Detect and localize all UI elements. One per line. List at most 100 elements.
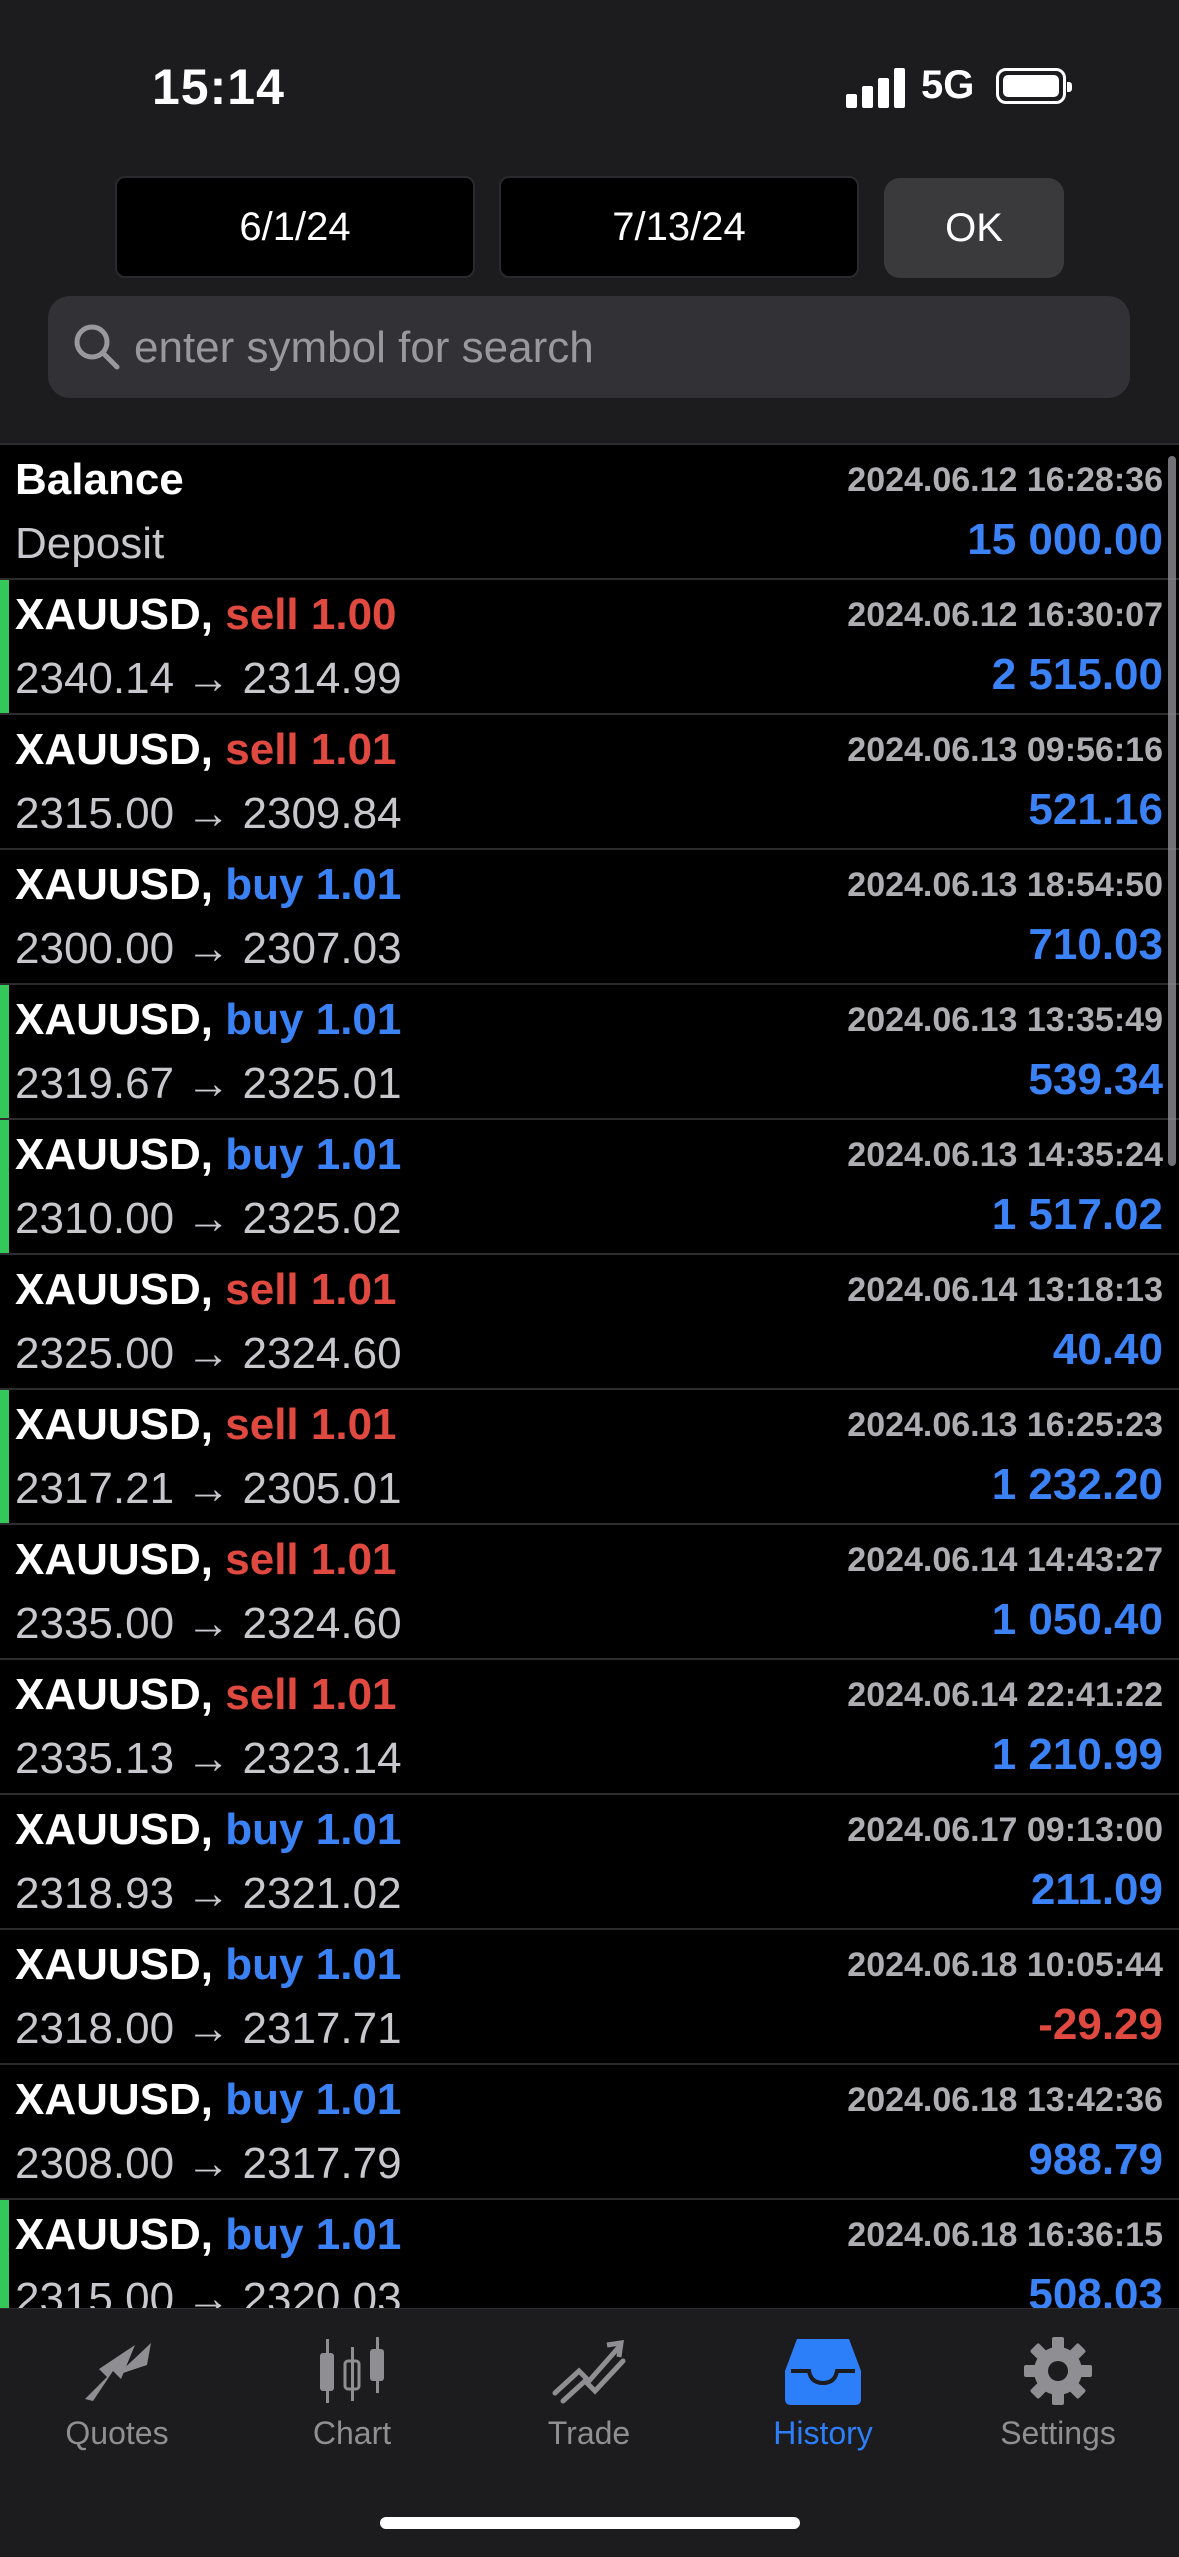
row-timestamp: 2024.06.13 09:56:16 <box>847 731 1163 769</box>
trade-symbol: XAUUSD, <box>15 1805 214 1854</box>
row-timestamp: 2024.06.18 13:42:36 <box>847 2081 1163 2119</box>
open-price: 2315.00 <box>15 789 175 838</box>
row-title: Balance <box>15 455 184 504</box>
search-input[interactable] <box>132 296 1096 400</box>
trade-icon <box>552 2340 626 2404</box>
search-bar[interactable] <box>48 296 1130 400</box>
row-amount: 521.16 <box>1028 785 1163 834</box>
trade-row[interactable]: XAUUSD, buy 1.01 2310.00 → 2325.02 2024.06… <box>0 1120 1179 1255</box>
trade-row[interactable]: XAUUSD, buy 1.01 2318.93 → 2321.02 2024.06… <box>0 1795 1179 1930</box>
close-price: 2321.02 <box>242 1869 402 1918</box>
trade-volume: 1.01 <box>315 1940 402 1989</box>
trade-row[interactable]: XAUUSD, sell 1.01 2335.13 → 2323.14 2024.0… <box>0 1660 1179 1795</box>
trade-volume: 1.01 <box>310 725 397 774</box>
history-list[interactable]: Balance Deposit 2024.06.12 16:28:36 15 000.… <box>0 443 1179 2310</box>
row-timestamp: 2024.06.12 16:30:07 <box>847 596 1163 634</box>
trade-row[interactable]: XAUUSD, buy 1.01 2319.67 → 2325.01 2024.06… <box>0 985 1179 1120</box>
home-indicator[interactable] <box>380 2517 800 2529</box>
position-marker <box>0 1120 9 1253</box>
open-price: 2335.00 <box>15 1599 175 1648</box>
open-price: 2325.00 <box>15 1329 175 1378</box>
row-timestamp: 2024.06.13 13:35:49 <box>847 1001 1163 1039</box>
tab-trade[interactable]: Trade <box>489 2321 689 2471</box>
trade-header: XAUUSD, buy 1.01 <box>15 860 401 910</box>
row-amount: 40.40 <box>1052 1325 1163 1374</box>
tab-chart[interactable]: Chart <box>252 2321 452 2471</box>
row-amount: 508.03 <box>1028 2270 1163 2310</box>
trade-side: sell <box>225 725 299 774</box>
trade-header: XAUUSD, buy 1.01 <box>15 1805 401 1855</box>
trade-row[interactable]: XAUUSD, buy 1.01 2315.00 → 2320.03 2024.06… <box>0 2200 1179 2310</box>
trade-row[interactable]: XAUUSD, buy 1.01 2318.00 → 2317.71 2024.06… <box>0 1930 1179 2065</box>
trade-side: sell <box>225 1400 299 1449</box>
position-marker <box>0 985 9 1118</box>
balance-row[interactable]: Balance Deposit 2024.06.12 16:28:36 15 000.… <box>0 445 1179 580</box>
close-price: 2324.60 <box>242 1599 402 1648</box>
arrow-icon: → <box>174 1869 243 1918</box>
trade-header: XAUUSD, sell 1.01 <box>15 725 397 775</box>
trade-prices: 2335.00 → 2324.60 <box>15 1599 402 1649</box>
trade-side: sell <box>225 1265 299 1314</box>
row-amount: 539.34 <box>1028 1055 1163 1104</box>
trade-side: buy <box>225 2075 304 2124</box>
trade-row[interactable]: XAUUSD, buy 1.01 2300.00 → 2307.03 2024.06… <box>0 850 1179 985</box>
trade-prices: 2300.00 → 2307.03 <box>15 924 402 974</box>
row-timestamp: 2024.06.17 09:13:00 <box>847 1811 1163 1849</box>
trade-row[interactable]: XAUUSD, sell 1.01 2317.21 → 2305.01 2024.0… <box>0 1390 1179 1525</box>
row-timestamp: 2024.06.13 18:54:50 <box>847 866 1163 904</box>
trade-header: XAUUSD, sell 1.01 <box>15 1535 397 1585</box>
date-from-field[interactable]: 6/1/24 <box>115 176 475 278</box>
row-timestamp: 2024.06.12 16:28:36 <box>847 461 1163 499</box>
trade-symbol: XAUUSD, <box>15 1130 214 1179</box>
trade-header: XAUUSD, sell 1.01 <box>15 1400 397 1450</box>
tab-settings[interactable]: Settings <box>958 2321 1158 2471</box>
ok-button[interactable]: OK <box>884 178 1064 278</box>
date-to-field[interactable]: 7/13/24 <box>499 176 859 278</box>
tab-history[interactable]: History <box>723 2321 923 2471</box>
row-timestamp: 2024.06.18 10:05:44 <box>847 1946 1163 1984</box>
close-price: 2309.84 <box>242 789 402 838</box>
open-price: 2308.00 <box>15 2139 175 2188</box>
trade-row[interactable]: XAUUSD, buy 1.01 2308.00 → 2317.79 2024.06… <box>0 2065 1179 2200</box>
trade-prices: 2318.93 → 2321.02 <box>15 1869 402 1919</box>
row-timestamp: 2024.06.18 16:36:15 <box>847 2216 1163 2254</box>
row-timestamp: 2024.06.13 16:25:23 <box>847 1406 1163 1444</box>
tab-quotes[interactable]: Quotes <box>17 2321 217 2471</box>
trade-volume: 1.01 <box>315 860 402 909</box>
trade-side: sell <box>225 590 299 639</box>
row-subtitle: Deposit <box>15 519 165 568</box>
open-price: 2315.00 <box>15 2274 175 2310</box>
position-marker <box>0 2200 9 2310</box>
tab-label: History <box>773 2415 873 2451</box>
open-price: 2310.00 <box>15 1194 175 1243</box>
arrow-icon: → <box>174 2004 243 2053</box>
scrollbar[interactable] <box>1168 456 1176 1166</box>
row-amount: 2 515.00 <box>991 650 1163 699</box>
trade-header: XAUUSD, sell 1.01 <box>15 1670 397 1720</box>
arrow-icon: → <box>174 2274 243 2310</box>
status-time: 15:14 <box>152 59 285 115</box>
trade-side: buy <box>225 995 304 1044</box>
trade-side: buy <box>225 860 304 909</box>
trade-row[interactable]: XAUUSD, sell 1.01 2325.00 → 2324.60 2024.0… <box>0 1255 1179 1390</box>
trade-header: XAUUSD, sell 1.00 <box>15 590 397 640</box>
trade-volume: 1.01 <box>315 2075 402 2124</box>
trade-symbol: XAUUSD, <box>15 590 214 639</box>
trade-row[interactable]: XAUUSD, sell 1.00 2340.14 → 2314.99 2024.0… <box>0 580 1179 715</box>
close-price: 2323.14 <box>242 1734 402 1783</box>
close-price: 2307.03 <box>242 924 402 973</box>
trade-prices: 2310.00 → 2325.02 <box>15 1194 402 1244</box>
trade-header: XAUUSD, buy 1.01 <box>15 2210 401 2260</box>
trade-row[interactable]: XAUUSD, sell 1.01 2335.00 → 2324.60 2024.0… <box>0 1525 1179 1660</box>
close-price: 2324.60 <box>242 1329 402 1378</box>
history-icon <box>785 2339 861 2405</box>
trade-prices: 2335.13 → 2323.14 <box>15 1734 402 1784</box>
open-price: 2319.67 <box>15 1059 175 1108</box>
trade-volume: 1.01 <box>315 2210 402 2259</box>
trade-prices: 2315.00 → 2320.03 <box>15 2274 402 2310</box>
trade-header: XAUUSD, buy 1.01 <box>15 2075 401 2125</box>
tab-label: Trade <box>547 2415 631 2451</box>
quotes-icon <box>85 2343 151 2401</box>
row-amount: 1 517.02 <box>991 1190 1163 1239</box>
trade-row[interactable]: XAUUSD, sell 1.01 2315.00 → 2309.84 2024.0… <box>0 715 1179 850</box>
